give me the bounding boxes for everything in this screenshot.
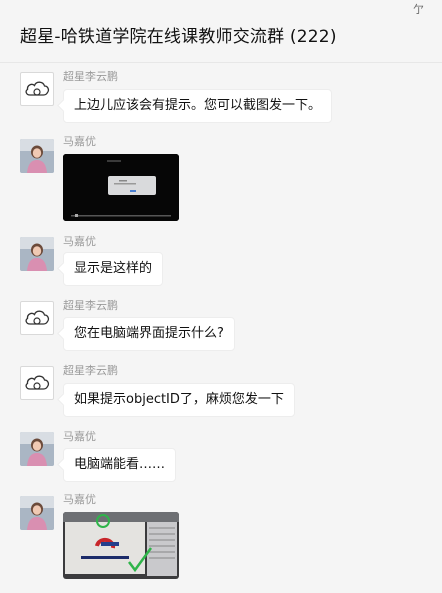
- message-bubble[interactable]: 如果提示objectID了，麻烦您发一下: [63, 383, 295, 417]
- image-message[interactable]: [63, 154, 179, 221]
- message-bubble[interactable]: 显示是这样的: [63, 252, 164, 286]
- sender-name: 马嘉优: [63, 430, 96, 443]
- message-bubble[interactable]: 您在电脑端界面提示什么?: [63, 317, 235, 351]
- cloud-icon[interactable]: [20, 72, 54, 106]
- sender-name: 马嘉优: [63, 135, 96, 148]
- cloud-icon[interactable]: [20, 366, 54, 400]
- message-bubble[interactable]: 上边儿应该会有提示。您可以截图发一下。: [63, 89, 333, 123]
- image-message[interactable]: [63, 512, 179, 579]
- chat-title: 超星-哈铁道学院在线课教师交流群 (222): [20, 27, 337, 47]
- photo-avatar[interactable]: [20, 496, 54, 530]
- title-bar: 亇 超星-哈铁道学院在线课教师交流群 (222): [0, 0, 442, 63]
- message-bubble[interactable]: 电脑端能看……: [63, 448, 177, 482]
- sender-name: 马嘉优: [63, 493, 96, 506]
- cloud-icon[interactable]: [20, 301, 54, 335]
- sender-name: 马嘉优: [63, 235, 96, 248]
- sender-name: 超星李云鹏: [63, 299, 118, 312]
- sender-name: 超星李云鹏: [63, 364, 118, 377]
- sender-name: 超星李云鹏: [63, 70, 118, 83]
- photo-avatar[interactable]: [20, 139, 54, 173]
- photo-avatar[interactable]: [20, 237, 54, 271]
- pin-icon[interactable]: 亇: [413, 4, 424, 16]
- photo-avatar[interactable]: [20, 432, 54, 466]
